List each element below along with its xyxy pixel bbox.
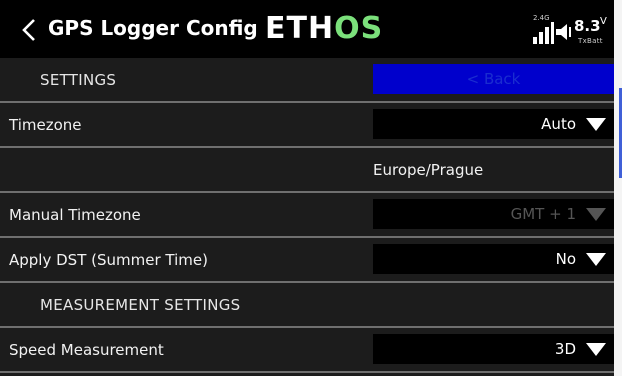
timezone-detected-row: Europe/Prague <box>0 148 614 193</box>
timezone-select[interactable]: Auto <box>373 109 614 139</box>
back-button[interactable]: < Back <box>373 64 614 94</box>
battery-caption: TxBatt <box>578 37 603 45</box>
speed-measurement-select[interactable]: 3D <box>373 334 614 364</box>
battery-value: 8.3 <box>574 17 601 35</box>
manual-timezone-row: Manual Timezone GMT + 1 <box>0 193 614 238</box>
timezone-label: Timezone <box>9 116 82 134</box>
chevron-down-icon <box>586 253 606 266</box>
speed-measurement-value: 3D <box>554 340 576 358</box>
settings-section-row: SETTINGS < Back <box>0 58 614 103</box>
measurement-section-title: MEASUREMENT SETTINGS <box>40 296 241 314</box>
header-bar: GPS Logger Config ETHOS 2.4G 8.3 V TxBat… <box>0 0 614 58</box>
page-title: GPS Logger Config <box>48 16 258 40</box>
signal-label: 2.4G <box>533 14 550 22</box>
settings-section-title: SETTINGS <box>40 71 117 89</box>
speaker-icon <box>556 24 571 40</box>
chevron-left-icon[interactable] <box>20 18 40 42</box>
timezone-row: Timezone Auto <box>0 103 614 148</box>
timezone-value: Auto <box>541 115 576 133</box>
manual-timezone-label: Manual Timezone <box>9 206 141 224</box>
chevron-down-icon <box>586 343 606 356</box>
screen-edge <box>614 0 622 376</box>
ethos-screen: GPS Logger Config ETHOS 2.4G 8.3 V TxBat… <box>0 0 614 376</box>
status-area: 2.4G 8.3 V TxBatt <box>530 14 610 48</box>
battery-unit: V <box>600 16 607 27</box>
ethos-logo: ETHOS <box>265 11 383 46</box>
apply-dst-label: Apply DST (Summer Time) <box>9 251 208 269</box>
apply-dst-value: No <box>555 250 576 268</box>
back-button-label: < Back <box>466 70 521 88</box>
speed-measurement-label: Speed Measurement <box>9 341 164 359</box>
apply-dst-row: Apply DST (Summer Time) No <box>0 238 614 283</box>
chevron-down-icon <box>586 118 606 131</box>
manual-timezone-select[interactable]: GMT + 1 <box>373 199 614 229</box>
manual-timezone-value: GMT + 1 <box>510 205 576 223</box>
chevron-down-icon <box>586 208 606 221</box>
apply-dst-select[interactable]: No <box>373 244 614 274</box>
timezone-detected-value: Europe/Prague <box>373 161 484 179</box>
row-divider <box>0 371 614 373</box>
measurement-section-row: MEASUREMENT SETTINGS <box>0 283 614 328</box>
logo-main: ETH <box>265 11 335 46</box>
signal-bars-icon <box>533 22 554 44</box>
logo-accent: OS <box>334 11 384 46</box>
speed-measurement-row: Speed Measurement 3D <box>0 328 614 373</box>
